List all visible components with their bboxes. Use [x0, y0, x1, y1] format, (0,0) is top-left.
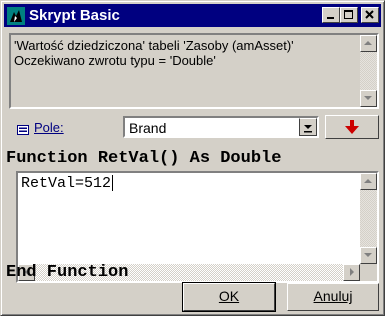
maximize-button[interactable] — [340, 7, 358, 23]
scroll-corner — [360, 264, 377, 281]
scroll-up-button[interactable] — [360, 35, 377, 52]
field-label: Pole: — [34, 120, 64, 135]
function-header: Function RetVal() As Double — [6, 149, 282, 168]
field-combobox[interactable]: Brand — [123, 116, 319, 138]
insert-field-button[interactable] — [325, 115, 379, 139]
editor-scroll-up-button[interactable] — [360, 173, 377, 190]
editor-scroll-down-button[interactable] — [360, 247, 377, 264]
minimize-icon — [327, 17, 334, 19]
message-box: 'Wartość dziedziczona' tabeli 'Zasoby (a… — [9, 33, 379, 109]
editor-vertical-scrollbar[interactable] — [360, 173, 377, 264]
field-dropdown-button[interactable] — [299, 118, 317, 136]
close-button[interactable] — [361, 7, 379, 23]
window-title: Skrypt Basic — [29, 7, 120, 24]
message-line-2: Oczekiwano zwrotu typu = 'Double' — [14, 53, 216, 68]
cancel-button-label: Anuluj — [313, 288, 353, 304]
message-text: 'Wartość dziedziczona' tabeli 'Zasoby (a… — [14, 38, 354, 68]
dialog-window: Skrypt Basic 'Wartość dziedziczona' tabe… — [0, 0, 385, 316]
arrow-down-icon — [364, 253, 372, 257]
function-footer: End Function — [6, 263, 129, 282]
message-vertical-scrollbar[interactable] — [360, 35, 377, 107]
arrow-right-icon — [350, 268, 354, 276]
code-text[interactable]: RetVal=512 — [21, 175, 114, 192]
arrow-up-icon — [364, 179, 372, 183]
cancel-button[interactable]: Anuluj — [287, 283, 379, 311]
ok-button[interactable]: OK — [182, 282, 276, 312]
title-bar[interactable]: Skrypt Basic — [4, 4, 381, 27]
arrow-up-icon — [364, 41, 372, 45]
close-icon — [365, 10, 374, 19]
text-caret — [112, 175, 114, 192]
chevron-down-icon — [304, 125, 312, 133]
message-line-1: 'Wartość dziedziczona' tabeli 'Zasoby (a… — [14, 38, 294, 53]
arrow-down-icon — [364, 96, 372, 100]
field-value: Brand — [129, 120, 167, 136]
minimize-button[interactable] — [322, 7, 340, 23]
maximize-icon — [344, 10, 353, 19]
scroll-down-button[interactable] — [360, 90, 377, 107]
app-icon — [7, 7, 25, 25]
field-icon — [17, 122, 29, 135]
arrow-down-red-icon — [345, 120, 359, 134]
code-line: RetVal=512 — [21, 175, 112, 192]
editor-scroll-right-button[interactable] — [343, 264, 360, 281]
ok-button-label: OK — [218, 288, 240, 304]
